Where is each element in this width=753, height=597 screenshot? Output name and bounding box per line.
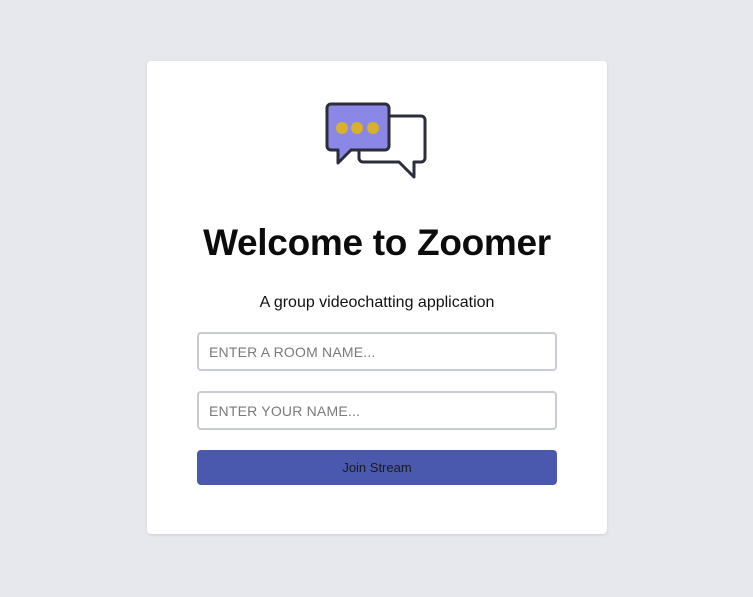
join-card: Welcome to Zoomer A group videochatting … [147,61,607,534]
chat-bubbles-icon [325,102,427,179]
page-subtitle: A group videochatting application [259,294,495,311]
user-name-input[interactable] [197,391,557,430]
room-name-input[interactable] [197,332,557,371]
join-stream-button[interactable]: Join Stream [197,450,557,485]
page-title: Welcome to Zoomer [203,222,551,263]
